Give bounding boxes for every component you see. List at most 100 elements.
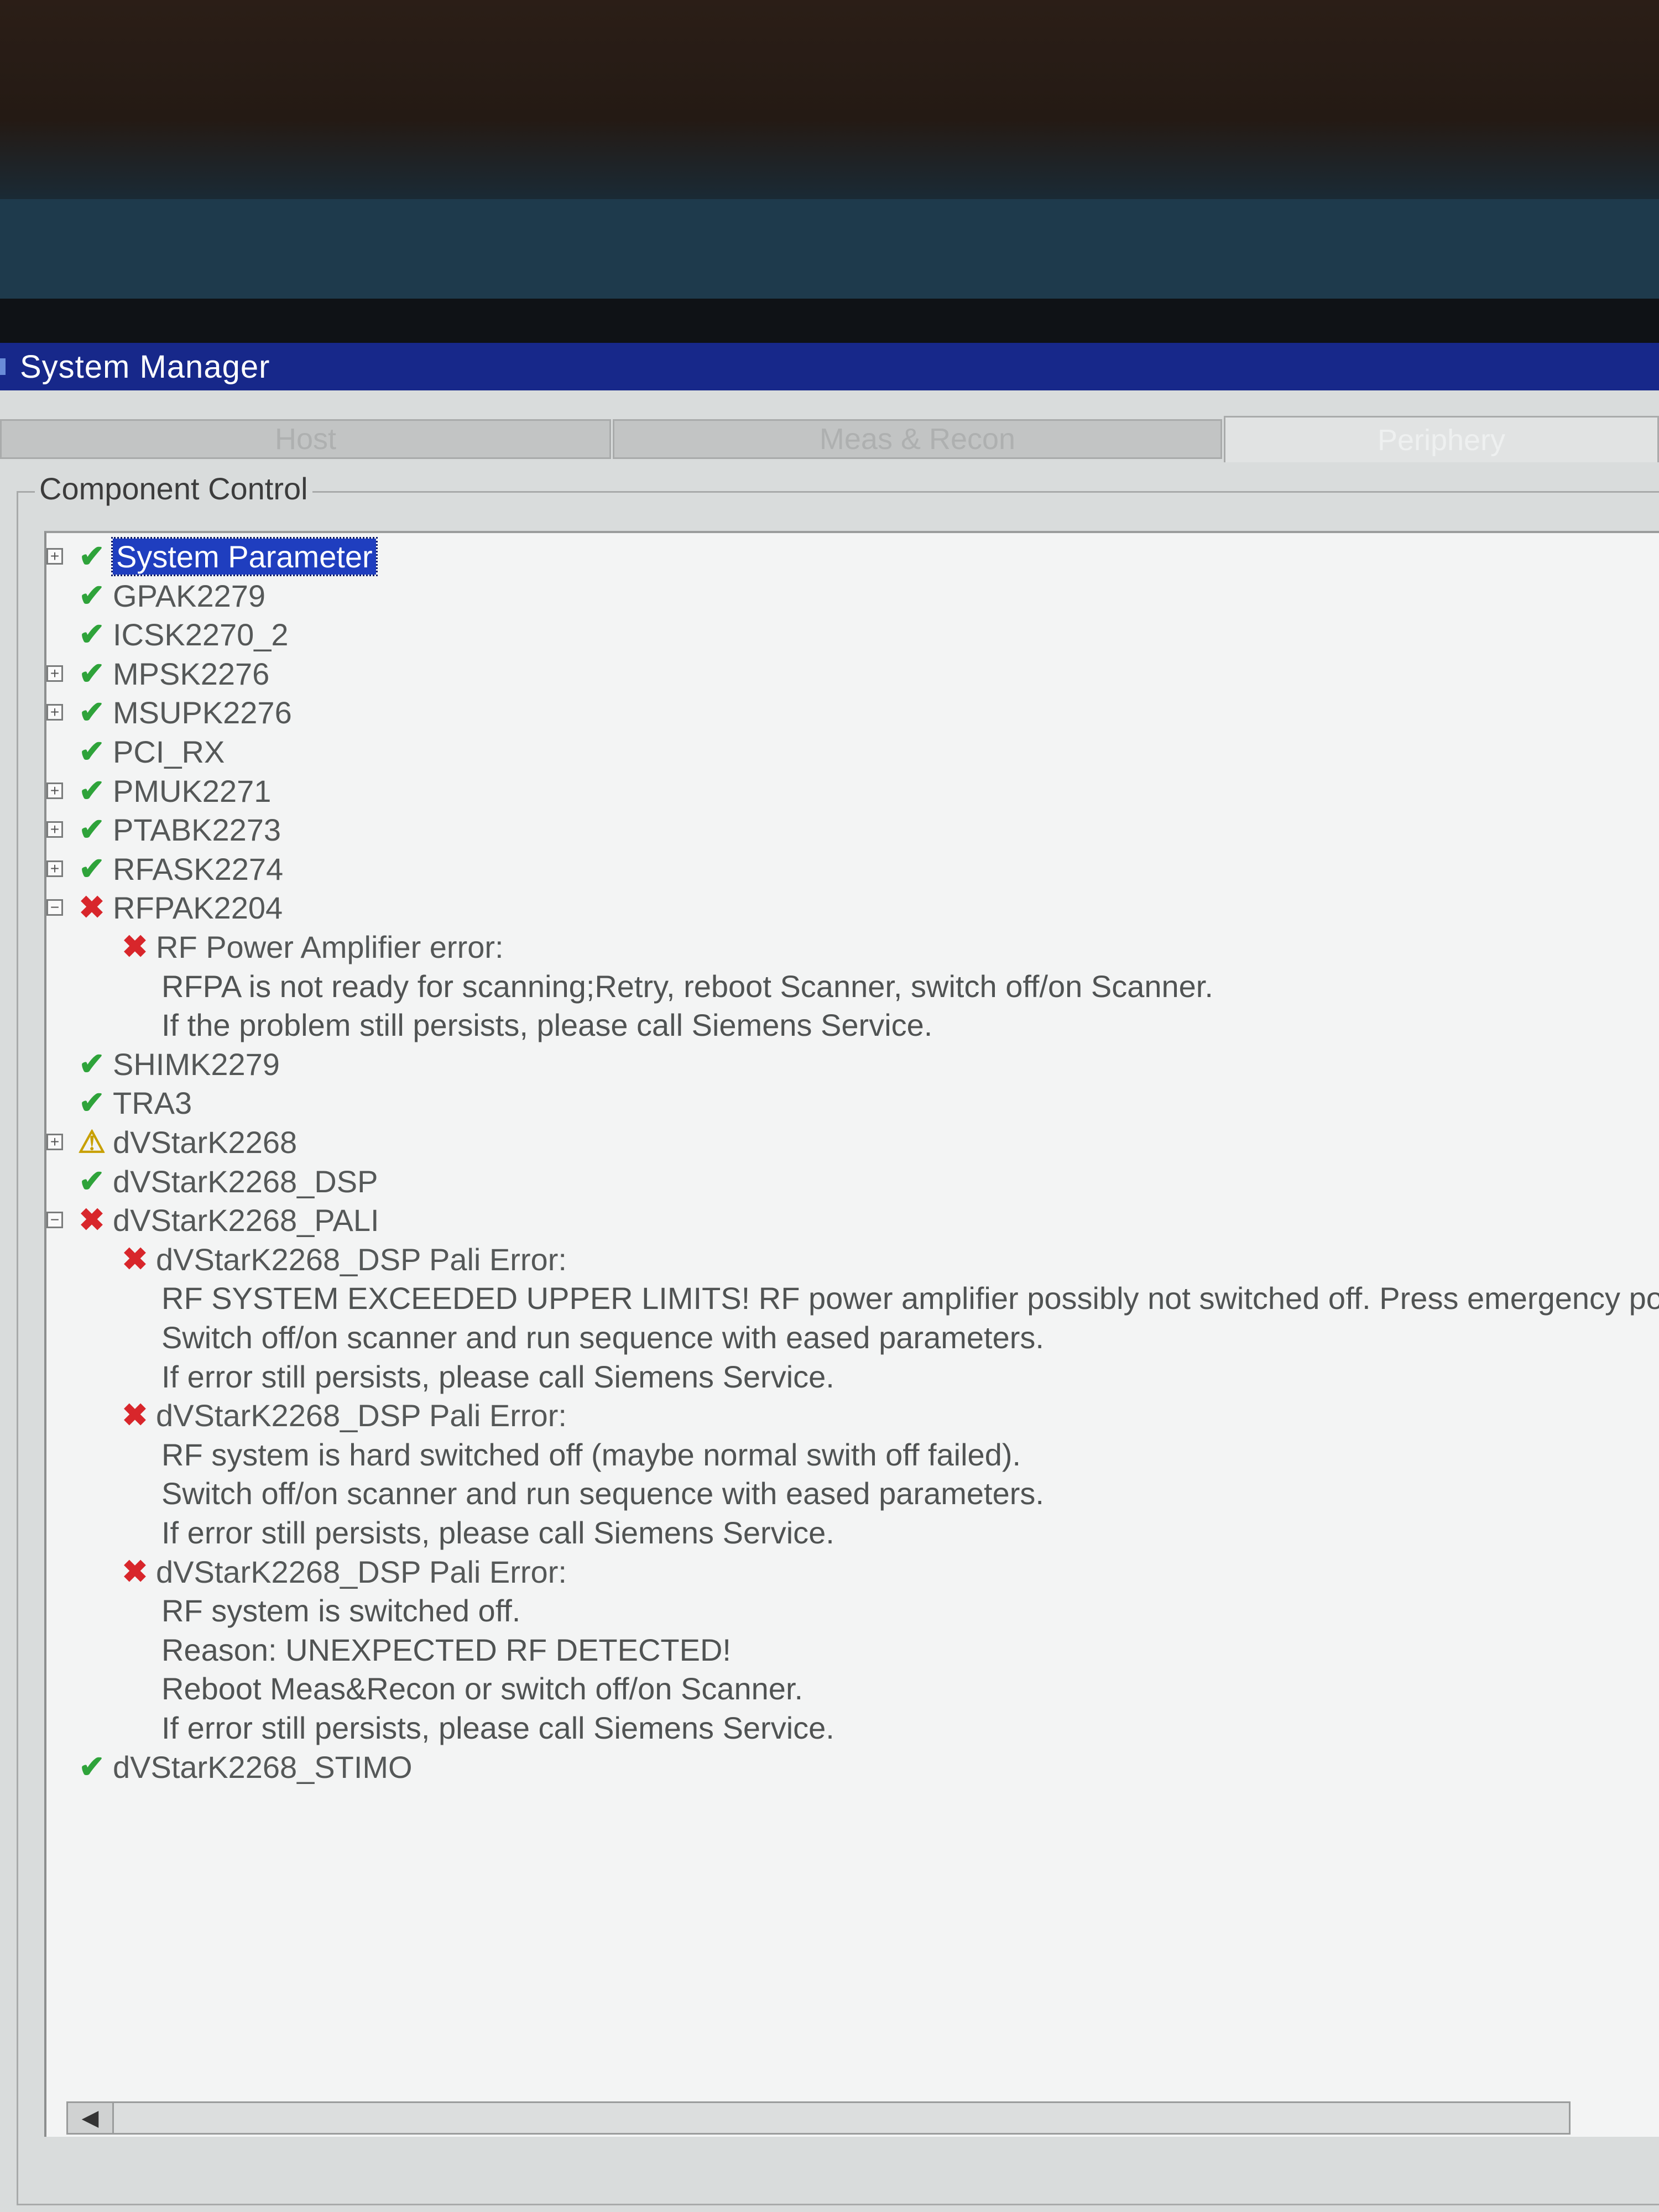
tree-detail-text: If error still persists, please call Sie…: [161, 1514, 834, 1551]
tree-item-label: RF system is switched off.: [161, 1593, 521, 1628]
expand-plus-icon[interactable]: +: [46, 860, 63, 877]
tree-item[interactable]: + ✔ MPSK2276: [46, 655, 269, 692]
check-icon: ✔: [79, 539, 105, 573]
tree-item[interactable]: − ✖ RFPAK2204: [46, 889, 283, 926]
collapse-minus-icon[interactable]: −: [46, 1212, 63, 1228]
tree-item-label: If the problem still persists, please ca…: [161, 1007, 933, 1042]
cross-icon: ✖: [122, 1241, 148, 1276]
check-icon: ✔: [79, 734, 105, 769]
expand-plus-icon[interactable]: +: [46, 548, 63, 565]
tree-item-label: dVStarK2268_DSP Pali Error:: [156, 1241, 567, 1277]
title-bar-accent: [0, 358, 6, 375]
tree-item[interactable]: + ✔ System Parameter: [46, 536, 378, 576]
tree-detail-text: If the problem still persists, please ca…: [161, 1006, 932, 1044]
photo-background-top: [0, 0, 1659, 199]
tree-detail-text: RFPA is not ready for scanning;Retry, re…: [161, 967, 1213, 1005]
check-icon: ✔: [79, 1085, 105, 1120]
tree-item-label: dVStarK2268_DSP: [113, 1164, 378, 1199]
tree-item[interactable]: ✔ SHIMK2279: [46, 1045, 280, 1083]
cross-icon: ✖: [79, 890, 105, 925]
cross-icon: ✖: [122, 1397, 148, 1432]
expand-plus-icon[interactable]: +: [46, 1134, 63, 1150]
tree-item-label: RFPA is not ready for scanning;Retry, re…: [161, 968, 1213, 1004]
check-icon: ✔: [79, 656, 105, 691]
component-tree[interactable]: + ✔ System Parameter ✔ GPAK2279 ✔ ICSK2270_2 + ✔…: [44, 531, 1659, 2137]
check-icon: ✔: [79, 578, 105, 613]
tree-item-label: If error still persists, please call Sie…: [161, 1710, 834, 1745]
tree-item-label: SHIMK2279: [113, 1046, 280, 1082]
tree-item-label: MPSK2276: [113, 656, 270, 691]
tree-child-item[interactable]: ✖ dVStarK2268_DSP Pali Error:: [119, 1553, 567, 1590]
tree-item-label: PCI_RX: [113, 734, 225, 769]
component-control-label: Component Control: [35, 471, 312, 507]
tree-item[interactable]: ✔ dVStarK2268_STIMO: [46, 1748, 413, 1786]
tree-item[interactable]: + ✔ PMUK2271: [46, 772, 271, 810]
tree-item-label: Reason: UNEXPECTED RF DETECTED!: [161, 1632, 731, 1667]
screen-top-band: [0, 199, 1659, 299]
tree-item[interactable]: + ✔ PTABK2273: [46, 811, 281, 848]
tree-item[interactable]: ✔ ICSK2270_2: [46, 615, 289, 653]
tree-item-label: System Parameter: [111, 536, 378, 576]
tree-item-label: Switch off/on scanner and run sequence w…: [161, 1319, 1044, 1355]
tree-item-label: If error still persists, please call Sie…: [161, 1359, 834, 1394]
tree-item-label: dVStarK2268_DSP Pali Error:: [156, 1554, 567, 1589]
tab-meas-recon[interactable]: Meas & Recon: [613, 419, 1222, 459]
tree-item[interactable]: ✔ dVStarK2268_DSP: [46, 1162, 378, 1200]
tree-item-label: PMUK2271: [113, 773, 272, 808]
expand-plus-icon[interactable]: +: [46, 704, 63, 721]
tree-item-label: RF Power Amplifier error:: [156, 929, 504, 964]
check-icon: ✔: [79, 695, 105, 729]
title-bar: System Manager: [0, 343, 1659, 390]
collapse-minus-icon[interactable]: −: [46, 899, 63, 916]
tree-item[interactable]: + ✔ RFASK2274: [46, 850, 283, 888]
tree-item-label: If error still persists, please call Sie…: [161, 1515, 834, 1550]
tree-item-label: PTABK2273: [113, 812, 281, 847]
tree-item-label: RFPAK2204: [113, 890, 283, 925]
warning-icon: ⚠: [77, 1124, 106, 1159]
cross-icon: ✖: [122, 1554, 148, 1589]
tab-strip: Host Meas & Recon Periphery: [0, 416, 1659, 466]
tree-item[interactable]: ✔ GPAK2279: [46, 577, 266, 614]
tree-item-label: dVStarK2268_PALI: [113, 1202, 379, 1238]
check-icon: ✔: [79, 812, 105, 847]
check-icon: ✔: [79, 1749, 105, 1784]
expand-plus-icon[interactable]: +: [46, 782, 63, 799]
tree-item[interactable]: ✔ PCI_RX: [46, 733, 225, 770]
tree-child-item[interactable]: ✖ dVStarK2268_DSP Pali Error:: [119, 1240, 567, 1278]
tree-detail-text: Switch off/on scanner and run sequence w…: [161, 1318, 1044, 1356]
expand-plus-icon[interactable]: +: [46, 821, 63, 838]
tree-detail-text: Reboot Meas&Recon or switch off/on Scann…: [161, 1670, 803, 1707]
tree-detail-text: If error still persists, please call Sie…: [161, 1709, 834, 1746]
tree-detail-text: RF system is hard switched off (maybe no…: [161, 1436, 1021, 1473]
check-icon: ✔: [79, 1046, 105, 1081]
tree-item-label: dVStarK2268: [113, 1124, 298, 1160]
tab-host[interactable]: Host: [0, 419, 611, 459]
check-icon: ✔: [79, 851, 105, 886]
tree-item-label: GPAK2279: [113, 578, 266, 613]
tree-item-label: dVStarK2268_DSP Pali Error:: [156, 1397, 567, 1433]
cross-icon: ✖: [79, 1202, 105, 1237]
tree-item-label: dVStarK2268_STIMO: [113, 1749, 413, 1785]
tree-detail-text: If error still persists, please call Sie…: [161, 1358, 834, 1395]
tree-item[interactable]: ✔ TRA3: [46, 1084, 192, 1121]
tree-child-item[interactable]: ✖ dVStarK2268_DSP Pali Error:: [119, 1396, 567, 1434]
horizontal-scrollbar[interactable]: ◀: [66, 2101, 1571, 2135]
system-manager-window: System Manager Host Meas & Recon Periphe…: [0, 343, 1659, 2212]
tree-item[interactable]: + ✔ MSUPK2276: [46, 693, 292, 731]
tab-periphery[interactable]: Periphery: [1224, 416, 1659, 462]
tree-item-label: ICSK2270_2: [113, 617, 289, 652]
expand-plus-icon[interactable]: +: [46, 665, 63, 682]
scroll-left-arrow-icon[interactable]: ◀: [68, 2103, 114, 2133]
tree-detail-text: RF SYSTEM EXCEEDED UPPER LIMITS! RF powe…: [161, 1279, 1659, 1317]
tree-item[interactable]: + ⚠ dVStarK2268: [46, 1123, 297, 1161]
tree-item[interactable]: − ✖ dVStarK2268_PALI: [46, 1201, 379, 1239]
tree-item-label: MSUPK2276: [113, 695, 292, 730]
tree-item-label: RFASK2274: [113, 851, 284, 886]
tree-item-label: RF SYSTEM EXCEEDED UPPER LIMITS! RF powe…: [161, 1280, 1659, 1316]
tree-detail-text: Reason: UNEXPECTED RF DETECTED!: [161, 1631, 731, 1668]
tree-item-label: RF system is hard switched off (maybe no…: [161, 1437, 1021, 1472]
check-icon: ✔: [79, 1164, 105, 1198]
tree-detail-text: Switch off/on scanner and run sequence w…: [161, 1474, 1044, 1512]
tree-child-item[interactable]: ✖ RF Power Amplifier error:: [119, 928, 504, 966]
cross-icon: ✖: [122, 929, 148, 964]
